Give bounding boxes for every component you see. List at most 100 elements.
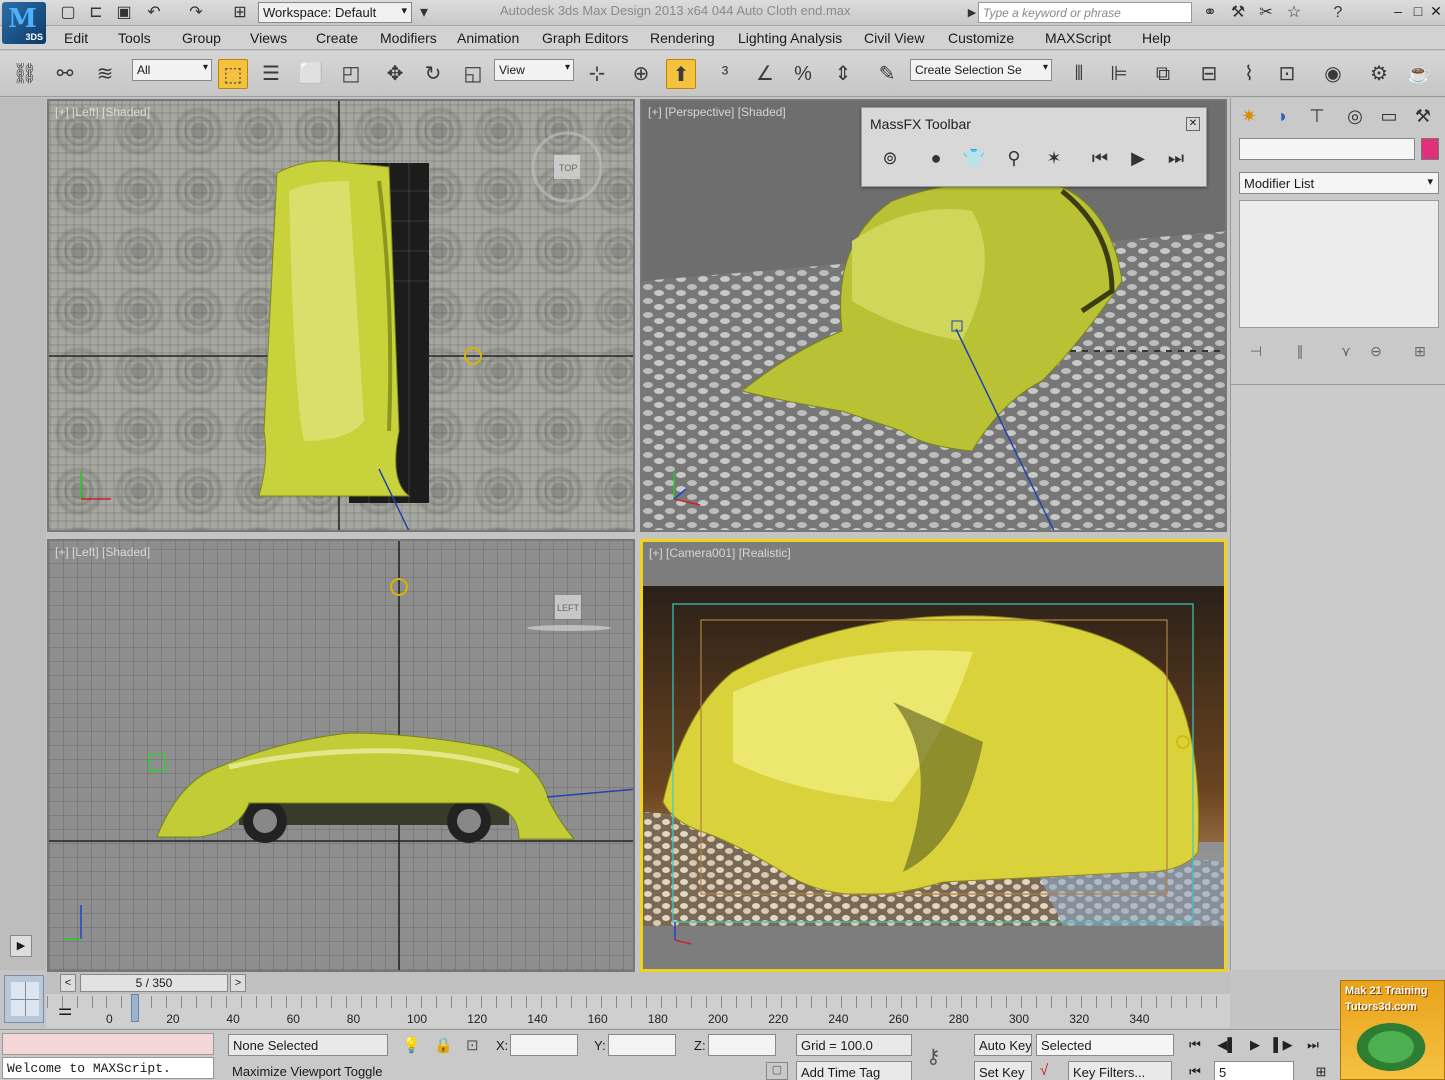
constraint-icon[interactable]: ⚲ (998, 142, 1030, 174)
default-in-out-tangents-icon[interactable]: √ (1040, 1062, 1048, 1079)
menu-rendering[interactable]: Rendering (650, 30, 715, 46)
modifier-list-dropdown[interactable]: Modifier List (1239, 172, 1439, 194)
subscription-icon[interactable]: ⚒ (1228, 3, 1248, 23)
menu-views[interactable]: Views (250, 30, 287, 46)
play-icon[interactable]: ▶ (1242, 1034, 1268, 1056)
workspace-dropdown[interactable]: Workspace: Default (258, 2, 412, 23)
select-and-move-icon[interactable]: ✥ (380, 59, 410, 89)
viewport-label-left[interactable]: [+] [Left] [Shaded] (55, 545, 150, 559)
ragdoll-icon[interactable]: ✶ (1038, 142, 1070, 174)
viewport-label-perspective[interactable]: [+] [Perspective] [Shaded] (648, 105, 786, 119)
modifier-stack-list[interactable] (1239, 200, 1439, 328)
viewport-camera[interactable]: [+] [Camera001] [Realistic] (640, 539, 1227, 972)
object-color-swatch[interactable] (1421, 138, 1439, 160)
key-mode-dropdown[interactable]: Selected (1036, 1034, 1174, 1056)
set-key-mode-icon[interactable]: ⚷ (926, 1044, 941, 1069)
pivot-center-icon[interactable]: ⊹ (582, 59, 612, 89)
maxscript-listener-input[interactable] (2, 1033, 214, 1055)
set-key-button[interactable]: Set Key (974, 1061, 1032, 1080)
curve-editor-icon[interactable]: ⌇ (1234, 59, 1264, 89)
current-frame-field[interactable]: 5 (1214, 1061, 1294, 1080)
schematic-view-icon[interactable]: ⊡ (1272, 59, 1302, 89)
select-and-scale-icon[interactable]: ◱ (458, 59, 488, 89)
absolute-mode-icon[interactable]: ⊡ (466, 1036, 479, 1054)
quick-access-dropdown-icon[interactable]: ▾ (414, 3, 434, 23)
add-time-tag-button[interactable]: Add Time Tag (796, 1061, 912, 1080)
layer-manager-icon[interactable]: ⧉ (1148, 59, 1178, 89)
binoculars-icon[interactable]: ⚭ (1200, 3, 1220, 23)
menu-animation[interactable]: Animation (457, 30, 519, 46)
keyboard-shortcut-override-icon[interactable]: ⬆ (666, 59, 696, 89)
make-unique-icon[interactable]: ⋎ (1335, 340, 1357, 362)
pin-stack-icon[interactable]: ⊣ (1245, 340, 1267, 362)
window-crossing-icon[interactable]: ◰ (336, 59, 366, 89)
angle-snap-icon[interactable]: ∠ (750, 59, 780, 89)
y-coordinate-field[interactable] (608, 1034, 676, 1056)
named-selection-set-dropdown[interactable]: Create Selection Se (910, 59, 1052, 81)
viewport-top[interactable]: [+] [Left] [Shaded] TOP (47, 99, 635, 532)
material-editor-icon[interactable]: ◉ (1318, 59, 1348, 89)
select-and-manipulate-icon[interactable]: ⊕ (626, 59, 656, 89)
minimize-button[interactable]: – (1388, 1, 1408, 21)
time-configuration-icon[interactable]: ⊞ (1308, 1061, 1334, 1080)
menu-civil-view[interactable]: Civil View (864, 30, 924, 46)
prev-frame-arrow-icon[interactable]: < (60, 974, 76, 992)
motion-tab-icon[interactable]: ◎ (1341, 102, 1369, 130)
viewport-label-top[interactable]: [+] [Left] [Shaded] (55, 105, 150, 119)
menu-graph-editors[interactable]: Graph Editors (542, 30, 628, 46)
time-slider[interactable]: < 5 / 350 > (46, 972, 1230, 994)
menu-group[interactable]: Group (182, 30, 221, 46)
scene-explorer-icon[interactable]: ⊟ (1194, 59, 1224, 89)
z-coordinate-field[interactable] (708, 1034, 776, 1056)
next-frame-icon[interactable]: ▌▶ (1270, 1034, 1296, 1056)
rectangular-selection-icon[interactable]: ⬜ (296, 59, 326, 89)
reset-simulation-icon[interactable]: ⏮ (1084, 142, 1116, 174)
menu-modifiers[interactable]: Modifiers (380, 30, 437, 46)
utilities-tab-icon[interactable]: ⚒ (1409, 102, 1437, 130)
expand-play-icon[interactable]: ▶ (10, 935, 32, 957)
render-production-icon[interactable]: ☕ (1404, 59, 1434, 89)
snaps-toggle-icon[interactable]: ³ (710, 59, 740, 89)
app-logo-button[interactable]: M 3DS (2, 2, 46, 44)
search-input[interactable]: Type a keyword or phrase (978, 2, 1192, 23)
select-and-link-icon[interactable]: ⛓ (10, 59, 40, 89)
select-by-name-icon[interactable]: ☰ (256, 59, 286, 89)
selection-filter-dropdown[interactable]: All (132, 59, 212, 81)
menu-customize[interactable]: Customize (948, 30, 1014, 46)
show-end-result-icon[interactable]: ∥ (1289, 340, 1311, 362)
select-object-icon[interactable]: ⬚ (218, 59, 248, 89)
project-folder-icon[interactable]: ⊞ (230, 3, 250, 23)
new-file-icon[interactable]: ▢ (58, 3, 78, 23)
key-mode-toggle-icon[interactable]: ⏮ (1182, 1061, 1208, 1080)
viewport-left[interactable]: [+] [Left] [Shaded] LEFT (47, 539, 635, 972)
go-to-start-icon[interactable]: ⏮ (1182, 1034, 1208, 1056)
massfx-toolbar[interactable]: MassFX Toolbar ✕ ⊚ ● 👕 ⚲ ✶ ⏮ ▶ ⏭ (861, 107, 1207, 187)
step-simulation-icon[interactable]: ⏭ (1160, 142, 1192, 174)
create-tab-icon[interactable]: ✷ (1235, 102, 1263, 130)
render-setup-icon[interactable]: ⚙ (1364, 59, 1394, 89)
display-tab-icon[interactable]: ▭ (1375, 102, 1403, 130)
menu-help[interactable]: Help (1142, 30, 1171, 46)
menu-maxscript[interactable]: MAXScript (1045, 30, 1111, 46)
x-coordinate-field[interactable] (510, 1034, 578, 1056)
mini-curve-editor-icon[interactable]: ⚌ (58, 1000, 72, 1020)
communication-center-icon[interactable]: ✂ (1256, 3, 1276, 23)
start-simulation-icon[interactable]: ▶ (1122, 142, 1154, 174)
go-to-end-icon[interactable]: ⏭ (1300, 1034, 1326, 1056)
favorites-star-icon[interactable]: ☆ (1284, 3, 1304, 23)
track-bar[interactable]: 0 20 40 60 80 100 120 140 160 180 200 220 240 260 280 3… (46, 994, 1230, 1028)
remove-modifier-icon[interactable]: ⊖ (1365, 340, 1387, 362)
save-icon[interactable]: ▣ (114, 3, 134, 23)
maxscript-mini-listener[interactable]: Welcome to MAXScript. (2, 1057, 214, 1079)
isolate-selection-icon[interactable]: 💡 (402, 1036, 421, 1054)
previous-frame-icon[interactable]: ◀▌ (1214, 1034, 1240, 1056)
time-slider-handle[interactable]: 5 / 350 (80, 974, 228, 992)
undo-icon[interactable]: ↶ (144, 3, 164, 23)
help-icon[interactable]: ? (1328, 3, 1348, 23)
rigid-body-icon[interactable]: ● (920, 142, 952, 174)
spinner-snap-icon[interactable]: ⇕ (828, 59, 858, 89)
configure-modifier-sets-icon[interactable]: ⊞ (1409, 340, 1431, 362)
viewport-label-camera[interactable]: [+] [Camera001] [Realistic] (649, 546, 791, 560)
auto-key-button[interactable]: Auto Key (974, 1034, 1032, 1056)
reference-coordinate-dropdown[interactable]: View (494, 59, 574, 81)
